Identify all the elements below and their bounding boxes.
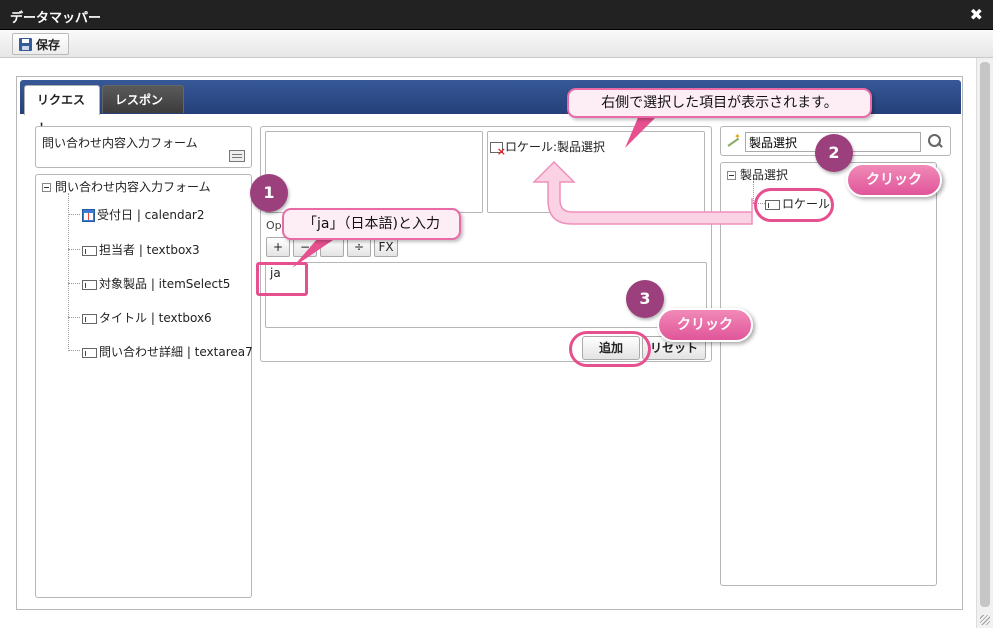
target-tree: 製品選択 ロケール xyxy=(720,162,937,586)
target-mapping-box[interactable]: ロケール:製品選択 xyxy=(487,131,705,213)
multiply-button[interactable] xyxy=(320,237,344,257)
floppy-disk-icon xyxy=(19,37,32,51)
function-button[interactable]: FX xyxy=(374,237,398,257)
resize-grip-icon[interactable] xyxy=(980,615,990,625)
expression-highlight xyxy=(256,262,308,296)
wand-icon xyxy=(727,132,741,149)
tab-request[interactable]: リクエスト xyxy=(24,85,100,135)
click-label-step-3: クリック xyxy=(657,308,753,342)
window-title: データマッパー xyxy=(10,11,102,26)
tree-item-itemselect5[interactable]: 対象製品 | itemSelect5 xyxy=(82,275,230,292)
tab-response[interactable]: レスポンス xyxy=(102,85,184,135)
textbox-icon xyxy=(82,313,97,324)
toolbar: 保存 xyxy=(0,30,993,58)
click-label-step-2: クリック xyxy=(846,163,942,197)
minus-button[interactable]: − xyxy=(293,237,317,257)
annotation-selected-item-note: 右側で選択した項目が表示されます。 xyxy=(567,88,872,118)
collapse-icon[interactable] xyxy=(42,183,51,192)
vertical-scrollbar[interactable] xyxy=(976,58,993,628)
locale-highlight xyxy=(754,188,834,222)
step-1-badge: 1 xyxy=(250,174,288,212)
tree-item-textbox3[interactable]: 担当者 | textbox3 xyxy=(82,241,200,258)
search-icon[interactable] xyxy=(926,133,944,151)
tree-item-label: 受付日 | calendar2 xyxy=(97,208,205,222)
scrollbar-thumb[interactable] xyxy=(980,62,990,607)
source-tree: 問い合わせ内容入力フォーム 受付日 | calendar2 担当者 | text… xyxy=(35,174,253,598)
save-button[interactable]: 保存 xyxy=(12,33,70,55)
close-icon[interactable]: ✖ xyxy=(970,5,983,24)
form-icon xyxy=(229,150,245,162)
collapse-icon[interactable] xyxy=(727,171,736,180)
divide-button[interactable]: ÷ xyxy=(347,237,371,257)
step-2-badge: 2 xyxy=(815,134,853,172)
step-3-badge: 3 xyxy=(626,280,664,318)
tree-item-calendar2[interactable]: 受付日 | calendar2 xyxy=(82,206,205,223)
tree-item-label: 対象製品 | itemSelect5 xyxy=(99,277,231,291)
tree-item-label: タイトル | textbox6 xyxy=(99,311,212,325)
add-button-highlight xyxy=(569,331,651,367)
save-button-label: 保存 xyxy=(36,37,61,52)
source-form-title[interactable]: 問い合わせ内容入力フォーム xyxy=(35,126,252,168)
source-mapping-box[interactable] xyxy=(265,131,483,213)
tree-item-label: 担当者 | textbox3 xyxy=(99,243,200,257)
target-tree-root-label: 製品選択 xyxy=(740,168,789,182)
annotation-input-note: 「ja」（日本語)と入力 xyxy=(282,208,461,240)
tree-root-label: 問い合わせ内容入力フォーム xyxy=(55,180,211,194)
target-tree-root[interactable]: 製品選択 xyxy=(727,166,788,183)
mapped-target-label: ロケール:製品選択 xyxy=(505,140,606,154)
unmapped-field-icon xyxy=(490,142,506,158)
tree-item-textarea7[interactable]: 問い合わせ詳細 | textarea7 xyxy=(82,343,253,360)
tree-item-label: 問い合わせ詳細 | textarea7 xyxy=(99,345,253,359)
textbox-icon xyxy=(82,279,97,290)
textbox-icon xyxy=(82,245,97,256)
calendar-icon xyxy=(82,209,95,222)
source-form-title-text: 問い合わせ内容入力フォーム xyxy=(42,136,198,150)
tree-item-textbox6[interactable]: タイトル | textbox6 xyxy=(82,309,212,326)
plus-button[interactable]: + xyxy=(266,237,290,257)
textbox-icon xyxy=(82,347,97,358)
operators-label: Op xyxy=(266,219,282,232)
window-titlebar: データマッパー ✖ xyxy=(0,0,993,30)
mapped-target-item[interactable]: ロケール:製品選択 xyxy=(490,138,606,158)
